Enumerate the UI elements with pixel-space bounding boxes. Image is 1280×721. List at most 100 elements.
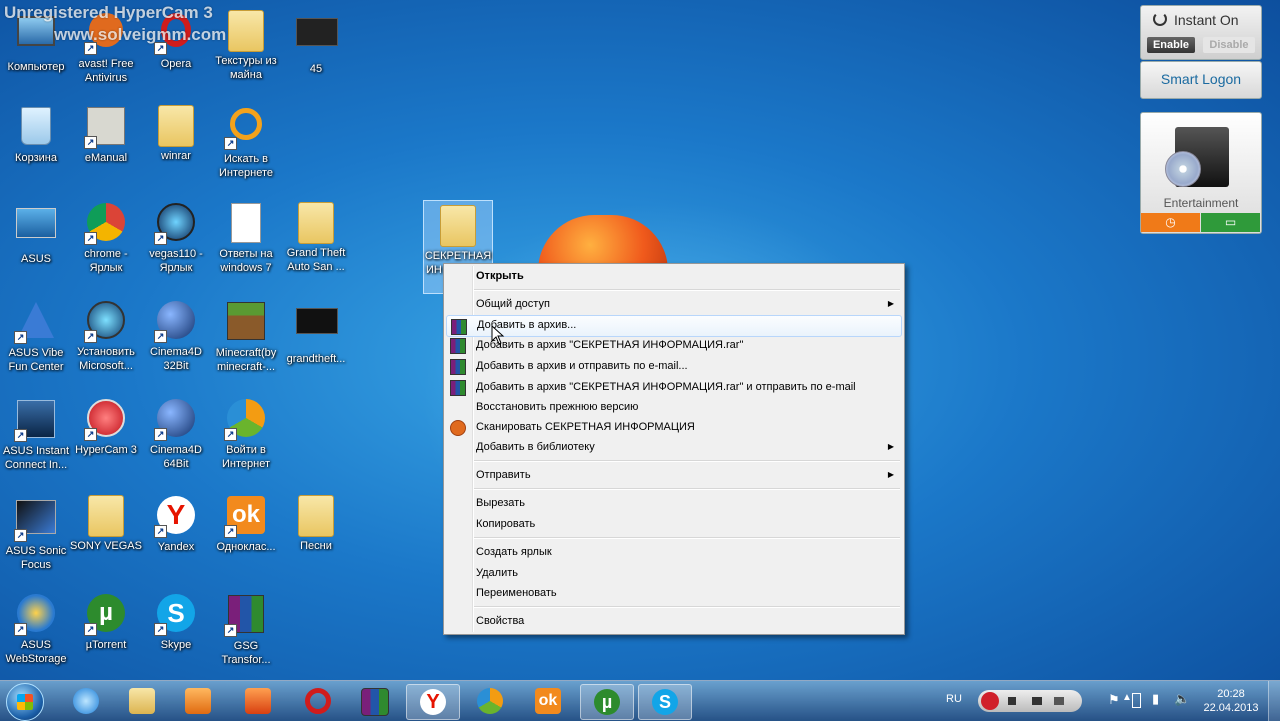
stop-icon[interactable] — [1008, 697, 1016, 705]
desktop-icon-answers[interactable]: Ответы на windows 7 — [210, 202, 282, 275]
display-button[interactable]: ▭ — [1201, 213, 1260, 232]
menu-separator — [474, 460, 900, 462]
clock-time: 20:28 — [1217, 688, 1245, 700]
taskbar-utorrent[interactable]: µ — [580, 684, 634, 720]
desktop-icon-internet[interactable]: ↗ Войти в Интернет — [210, 398, 282, 471]
folder-icon — [296, 495, 336, 537]
desktop-icon-hypercam[interactable]: ↗ HyperCam 3 — [70, 398, 142, 457]
desktop-icon-label: Yandex — [157, 541, 195, 553]
skype-icon: S — [652, 689, 678, 715]
menu-item-delete[interactable]: Удалить — [446, 563, 902, 583]
enable-button[interactable]: Enable — [1147, 37, 1195, 53]
desktop-icon-sony-vegas[interactable]: SONY VEGAS — [70, 495, 142, 553]
battery-icon[interactable] — [1132, 693, 1141, 708]
network-icon[interactable]: ▮ — [1152, 691, 1159, 707]
recording-watermark: Unregistered HyperCam 3 www.solveigmm.co… — [4, 2, 226, 46]
volume-icon[interactable]: 🔈 — [1174, 691, 1190, 707]
menu-item-add-to-archive[interactable]: Добавить в архив... — [446, 315, 902, 337]
desktop-icon-skype[interactable]: S ↗ Skype — [140, 593, 212, 652]
desktop-icon-emanual[interactable]: ↗ eManual — [70, 105, 142, 165]
desktop-icon-asus[interactable]: ASUS — [0, 202, 72, 266]
taskbar-app-orange[interactable] — [232, 684, 284, 718]
taskbar-winrar[interactable] — [348, 684, 400, 718]
chrome-icon: ↗ — [84, 203, 126, 245]
desktop-icon-vegas[interactable]: ↗ vegas110 - Ярлык — [140, 202, 212, 275]
winrar-icon — [361, 688, 389, 716]
desktop-icon-recycle-bin[interactable]: Корзина — [0, 105, 72, 165]
taskbar-internet[interactable] — [464, 684, 516, 718]
menu-item-add-library[interactable]: Добавить в библиотеку ▶ — [446, 437, 902, 457]
recycle-bin-icon — [16, 107, 56, 147]
show-desktop-button[interactable] — [1268, 681, 1280, 721]
menu-item-named-archive-email[interactable]: Добавить в архив "СЕКРЕТНАЯ ИНФОРМАЦИЯ.r… — [446, 377, 902, 397]
vegas-icon: ↗ — [154, 203, 196, 245]
desktop-icon-asus-vibe[interactable]: ↗ ASUS Vibe Fun Center — [0, 300, 72, 374]
smart-logon-button[interactable]: Smart Logon — [1140, 61, 1262, 99]
desktop-icon-winrar[interactable]: winrar — [140, 105, 212, 163]
disable-button[interactable]: Disable — [1203, 37, 1255, 53]
menu-item-share[interactable]: Общий доступ ▶ — [446, 294, 902, 314]
menu-item-send-to[interactable]: Отправить ▶ — [446, 465, 902, 485]
folder-icon — [438, 205, 478, 247]
taskbar-opera[interactable] — [292, 684, 344, 718]
desktop-icon-gsg[interactable]: ↗ GSG Transfor... — [210, 593, 282, 667]
clock-button[interactable]: ◷ — [1141, 213, 1200, 232]
menu-item-add-to-named-archive[interactable]: Добавить в архив "СЕКРЕТНАЯ ИНФОРМАЦИЯ.r… — [446, 335, 902, 355]
menu-item-archive-email[interactable]: Добавить в архив и отправить по e-mail..… — [446, 356, 902, 376]
desktop-icon-gta[interactable]: Grand Theft Auto San ... — [280, 202, 352, 274]
taskbar-yandex[interactable]: Y — [406, 684, 460, 720]
taskbar-ie[interactable] — [60, 684, 112, 718]
flag-icon[interactable]: ⚑ — [1108, 692, 1120, 708]
taskbar-explorer[interactable] — [116, 684, 168, 718]
taskbar-odnoklassniki[interactable]: ok — [522, 684, 574, 718]
desktop-icon-asus-sonic[interactable]: ↗ ASUS Sonic Focus — [0, 495, 72, 572]
menu-item-open[interactable]: Открыть — [446, 266, 902, 286]
entertainment-gadget[interactable]: Entertainment ◷ ▭ — [1140, 112, 1262, 234]
show-hidden-icons-icon[interactable]: ▲ — [1122, 692, 1132, 703]
desktop-icon-odnoklassniki[interactable]: ok ↗ Одноклас... — [210, 495, 282, 554]
menu-item-create-shortcut[interactable]: Создать ярлык — [446, 542, 902, 562]
cinema4d-icon: ↗ — [154, 301, 196, 343]
desktop-icon-45[interactable]: 45 — [280, 10, 352, 76]
menu-item-label: Переименовать — [476, 587, 557, 599]
start-button[interactable] — [6, 683, 44, 721]
menu-item-properties[interactable]: Свойства — [446, 611, 902, 631]
desktop-icon-asus-instant-connect[interactable]: ↗ ASUS Instant Connect In... — [0, 398, 72, 472]
settings-icon[interactable] — [1054, 697, 1064, 705]
menu-item-copy[interactable]: Копировать — [446, 514, 902, 534]
menu-item-label: Открыть — [476, 270, 524, 282]
menu-item-restore[interactable]: Восстановить прежнюю версию — [446, 397, 902, 417]
video-file-icon — [296, 18, 338, 58]
desktop-icon-install[interactable]: ↗ Установить Microsoft... — [70, 300, 142, 373]
camera-icon[interactable] — [1032, 697, 1042, 705]
desktop-icon-cinema4d-32[interactable]: ↗ Cinema4D 32Bit — [140, 300, 212, 373]
desktop-icon-grandtheft[interactable]: grandtheft... — [280, 300, 352, 366]
desktop-icon-label: chrome - Ярлык — [84, 248, 128, 274]
desktop-icon-label: µTorrent — [85, 639, 127, 651]
desktop-icon-label: Искать в Интернете — [219, 153, 273, 179]
desktop-icon-utorrent[interactable]: µ ↗ µTorrent — [70, 593, 142, 652]
instant-on-gadget: Instant On Enable Disable — [1140, 5, 1262, 60]
desktop-icon-label: Компьютер — [7, 61, 65, 73]
menu-item-rename[interactable]: Переименовать — [446, 583, 902, 603]
skype-icon: S ↗ — [154, 594, 196, 636]
desktop-icon-songs[interactable]: Песни — [280, 495, 352, 553]
desktop-icon-label: Войти в Интернет — [222, 444, 270, 470]
taskbar-media-player[interactable] — [172, 684, 224, 718]
menu-item-scan[interactable]: Сканировать СЕКРЕТНАЯ ИНФОРМАЦИЯ — [446, 417, 902, 437]
desktop-icon-minecraft[interactable]: Minecraft(by minecraft-... — [210, 300, 282, 374]
menu-item-label: Общий доступ — [476, 298, 550, 310]
menu-item-label: Добавить в архив "СЕКРЕТНАЯ ИНФОРМАЦИЯ.r… — [476, 339, 744, 351]
pause-icon[interactable] — [981, 692, 999, 710]
desktop-icon-cinema4d-64[interactable]: ↗ Cinema4D 64Bit — [140, 398, 212, 471]
desktop-icon-yandex[interactable]: Y ↗ Yandex — [140, 495, 212, 554]
menu-item-cut[interactable]: Вырезать — [446, 493, 902, 513]
desktop-icon-chrome[interactable]: ↗ chrome - Ярлык — [70, 202, 142, 275]
clock[interactable]: 20:28 22.04.2013 — [1200, 687, 1262, 715]
desktop-icon-search-web[interactable]: ↗ Искать в Интернете — [210, 105, 282, 180]
language-indicator[interactable]: RU — [946, 693, 962, 705]
desktop-icon-asus-webstorage[interactable]: ↗ ASUS WebStorage — [0, 593, 72, 666]
odnoklassniki-icon: ok ↗ — [224, 496, 266, 538]
taskbar-skype[interactable]: S — [638, 684, 692, 720]
recorder-controls[interactable] — [978, 690, 1082, 712]
